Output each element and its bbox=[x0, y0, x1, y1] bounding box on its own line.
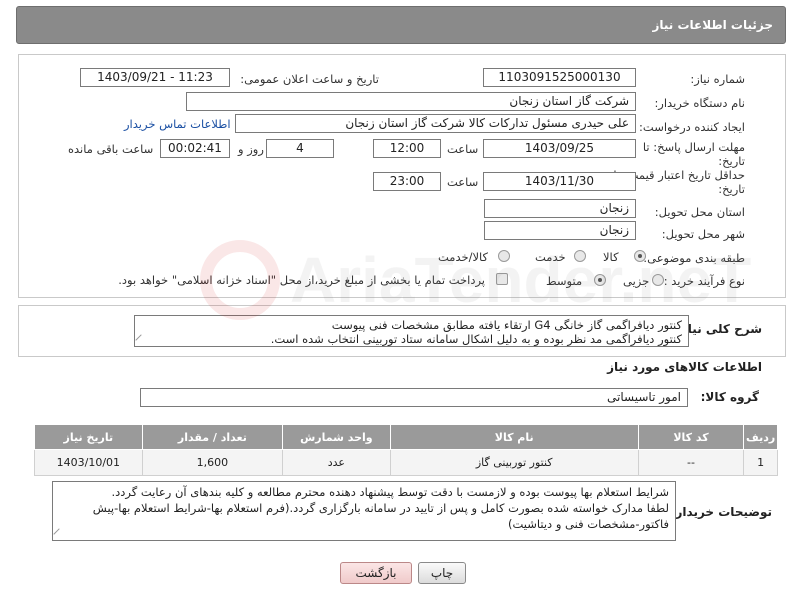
need-summary-line-2: کنتور دیافراگمی مد نظر بوده و به دلیل اش… bbox=[270, 332, 682, 346]
category-radio-goods[interactable] bbox=[634, 250, 646, 262]
buyer-notes-line-1: شرایط استعلام بها پیوست بوده و لازمست با… bbox=[111, 485, 670, 499]
days-remaining-field: 4 bbox=[266, 139, 334, 158]
price-validity-time-word: ساعت bbox=[447, 175, 479, 189]
page-title: جزئیات اطلاعات نیاز bbox=[652, 18, 773, 32]
cell-name: کنتور توربینی گاز bbox=[389, 449, 639, 476]
requester-field: علی حیدری مسئول تدارکات کالا شرکت گاز اس… bbox=[235, 114, 636, 133]
page-header: جزئیات اطلاعات نیاز bbox=[16, 6, 786, 44]
treasury-payment-checkbox[interactable] bbox=[496, 273, 508, 285]
treasury-payment-note: پرداخت تمام یا بخشی از مبلغ خرید،از محل … bbox=[118, 273, 485, 287]
category-radio-goods-service[interactable] bbox=[498, 250, 510, 262]
deadline-time-word: ساعت bbox=[447, 142, 479, 156]
announce-datetime-label: تاریخ و ساعت اعلان عمومی: bbox=[240, 72, 379, 86]
price-validity-date-field: 1403/11/30 bbox=[483, 172, 636, 191]
back-button[interactable]: بازگشت bbox=[340, 562, 412, 584]
table-row: 1 -- کنتور توربینی گاز عدد 1,600 1403/10… bbox=[34, 449, 778, 476]
cell-code: -- bbox=[637, 449, 745, 476]
need-summary-textarea[interactable]: کنتور دیافراگمی گاز خانگی G4 ارتقاء یافت… bbox=[134, 315, 689, 347]
col-name: نام کالا bbox=[389, 424, 639, 450]
delivery-city-label: شهر محل تحویل: bbox=[661, 227, 745, 241]
cell-date: 1403/10/01 bbox=[34, 449, 143, 476]
cell-qty: 1,600 bbox=[141, 449, 284, 476]
need-number-field: 1103091525000130 bbox=[483, 68, 636, 87]
category-option-goods-service: کالا/خدمت bbox=[438, 250, 489, 264]
buyer-notes-line-3: فاکتور-مشخصات فنی و دیتاشیت) bbox=[508, 517, 669, 531]
print-button[interactable]: چاپ bbox=[418, 562, 466, 584]
process-radio-minor[interactable] bbox=[652, 274, 664, 286]
announce-datetime-field: 1403/09/21 - 11:23 bbox=[80, 68, 230, 87]
goods-group-field: امور تاسیساتی bbox=[140, 388, 688, 407]
col-code: کد کالا bbox=[637, 424, 745, 450]
buyer-name-label: نام دستگاه خریدار: bbox=[654, 96, 745, 110]
need-number-label: شماره نیاز: bbox=[690, 72, 745, 86]
requester-label: ایجاد کننده درخواست: bbox=[639, 120, 745, 134]
category-option-service: خدمت bbox=[535, 250, 566, 264]
process-option-minor: جزیی bbox=[623, 274, 650, 288]
deadline-date-field: 1403/09/25 bbox=[483, 139, 636, 158]
goods-table-header: ردیف کد کالا نام کالا واحد شمارش تعداد /… bbox=[34, 424, 778, 450]
col-unit: واحد شمارش bbox=[282, 424, 391, 450]
deadline-label: مهلت ارسال پاسخ: تا تاریخ: bbox=[642, 140, 745, 168]
buyer-notes-textarea[interactable]: شرایط استعلام بها پیوست بوده و لازمست با… bbox=[52, 481, 676, 541]
need-summary-line-1: کنتور دیافراگمی گاز خانگی G4 ارتقاء یافت… bbox=[331, 318, 682, 332]
time-remaining-field: 00:02:41 bbox=[160, 139, 230, 158]
delivery-province-label: استان محل تحویل: bbox=[654, 205, 745, 219]
process-type-label: نوع فرآیند خرید : bbox=[663, 274, 745, 288]
cell-unit: عدد bbox=[282, 449, 391, 476]
col-date: تاریخ نیاز bbox=[34, 424, 143, 450]
buyer-name-field: شرکت گاز استان زنجان bbox=[186, 92, 636, 111]
delivery-province-field: زنجان bbox=[484, 199, 636, 218]
process-radio-medium[interactable] bbox=[594, 274, 606, 286]
category-option-goods: کالا bbox=[603, 250, 619, 264]
time-remaining-word: ساعت باقی مانده bbox=[68, 142, 154, 156]
cell-row: 1 bbox=[743, 449, 778, 476]
buyer-notes-label: توضیحات خریدار: bbox=[670, 505, 772, 519]
deadline-time-field: 12:00 bbox=[373, 139, 441, 158]
col-qty: تعداد / مقدار bbox=[141, 424, 284, 450]
price-validity-time-field: 23:00 bbox=[373, 172, 441, 191]
goods-table: ردیف کد کالا نام کالا واحد شمارش تعداد /… bbox=[34, 424, 778, 476]
goods-group-label: گروه کالا: bbox=[700, 390, 759, 404]
goods-section-title: اطلاعات کالاهای مورد نیاز bbox=[607, 360, 762, 374]
days-word: روز و bbox=[238, 142, 264, 156]
category-radio-service[interactable] bbox=[574, 250, 586, 262]
col-row: ردیف bbox=[743, 424, 778, 450]
category-label: طبقه بندی موضوعی: bbox=[643, 251, 745, 265]
delivery-city-field: زنجان bbox=[484, 221, 636, 240]
buyer-contact-link[interactable]: اطلاعات تماس خریدار bbox=[124, 117, 231, 131]
buyer-notes-line-2: لطفا مدارک خواسته شده بصورت کامل و پس از… bbox=[92, 501, 669, 515]
process-option-medium: متوسط bbox=[546, 274, 583, 288]
